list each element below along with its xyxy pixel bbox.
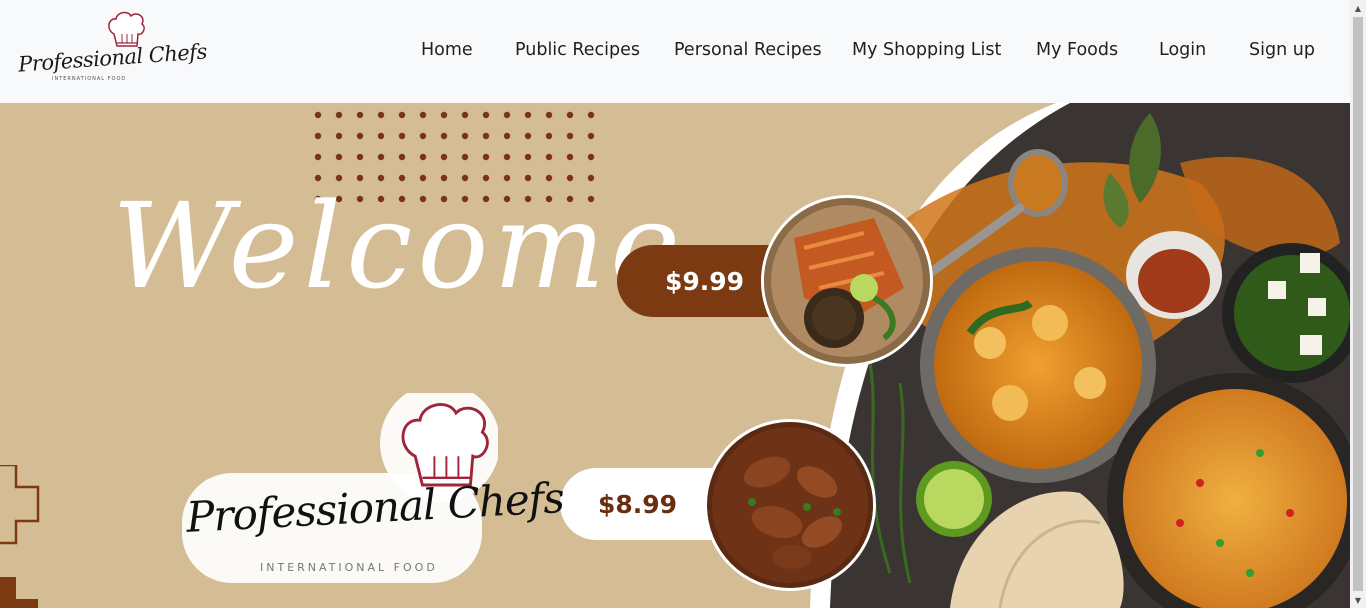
price-2-value: $8.99 bbox=[598, 489, 678, 519]
dish-image-1 bbox=[761, 195, 933, 367]
nav-my-foods[interactable]: My Foods bbox=[1036, 40, 1118, 60]
welcome-heading: Welcome bbox=[112, 177, 686, 315]
nav-signup[interactable]: Sign up bbox=[1249, 40, 1315, 60]
vertical-scrollbar[interactable]: ▲ ▼ bbox=[1350, 0, 1366, 608]
hero-banner: Welcome $9.99 $8.99 Professional Chefs I… bbox=[0, 103, 1350, 608]
nav-personal-recipes[interactable]: Personal Recipes bbox=[674, 40, 822, 60]
navbar: Professional Chefs INTERNATIONAL FOOD Ho… bbox=[0, 0, 1350, 103]
nav-public-recipes[interactable]: Public Recipes bbox=[515, 40, 640, 60]
nav-login[interactable]: Login bbox=[1159, 40, 1206, 60]
price-1-value: $9.99 bbox=[665, 266, 745, 296]
nav-home[interactable]: Home bbox=[421, 40, 473, 60]
hero-brand-logo: Professional Chefs INTERNATIONAL FOOD bbox=[178, 393, 565, 593]
nav-links: Home Public Recipes Personal Recipes My … bbox=[0, 0, 1350, 103]
dish-image-2 bbox=[704, 419, 876, 591]
decorative-shapes bbox=[0, 465, 40, 608]
hero-brand-tagline: INTERNATIONAL FOOD bbox=[260, 561, 438, 574]
nav-shopping-list[interactable]: My Shopping List bbox=[852, 40, 1001, 60]
scrollbar-thumb[interactable] bbox=[1353, 17, 1363, 591]
arrow-down-icon[interactable]: ▼ bbox=[1350, 592, 1366, 608]
arrow-up-icon[interactable]: ▲ bbox=[1350, 0, 1366, 16]
